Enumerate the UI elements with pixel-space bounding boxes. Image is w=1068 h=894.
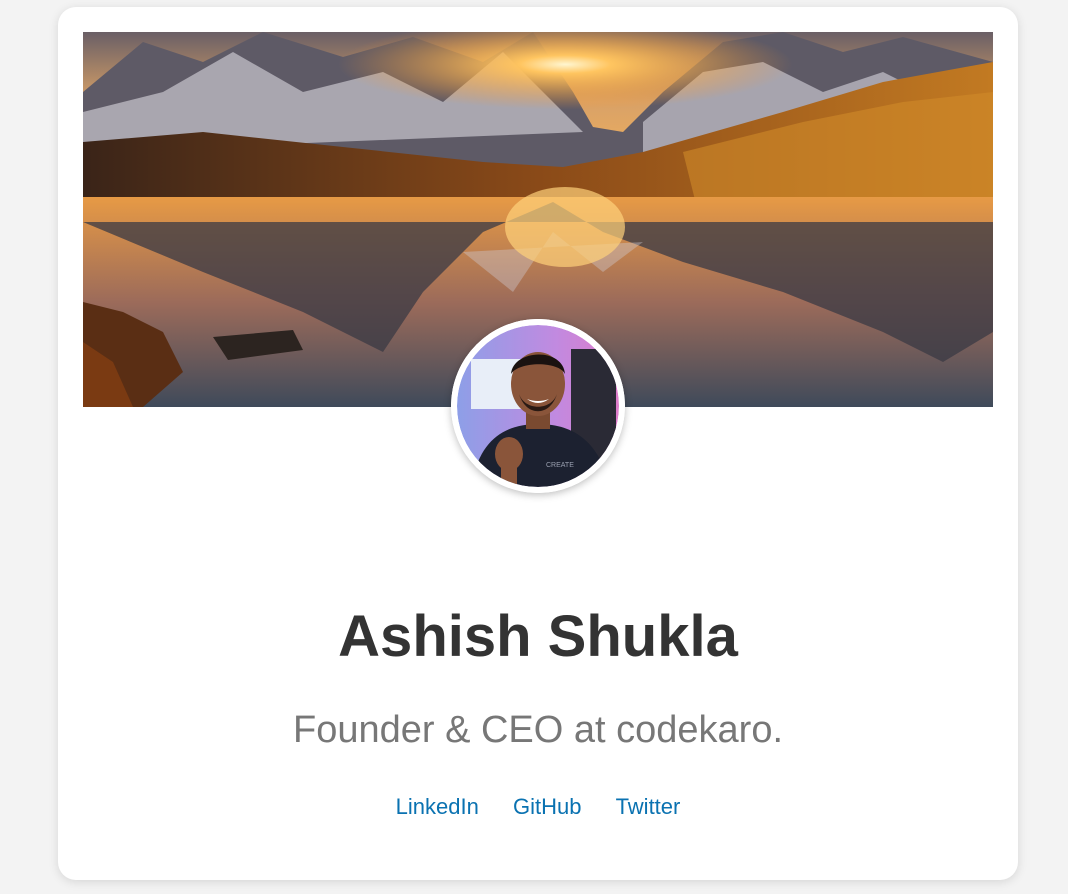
social-links: LinkedIn GitHub Twitter <box>58 792 1018 822</box>
profile-name: Ashish Shukla <box>338 604 738 669</box>
twitter-link[interactable]: Twitter <box>616 794 681 819</box>
linkedin-link[interactable]: LinkedIn <box>396 794 479 819</box>
profile-avatar: CREATE <box>451 319 625 493</box>
svg-text:CREATE: CREATE <box>546 462 574 469</box>
github-link[interactable]: GitHub <box>513 794 581 819</box>
profile-role: Founder & CEO at codekaro. <box>292 709 784 751</box>
profile-card: CREATE Ashish Shukla Founder & CEO at co… <box>58 7 1018 880</box>
